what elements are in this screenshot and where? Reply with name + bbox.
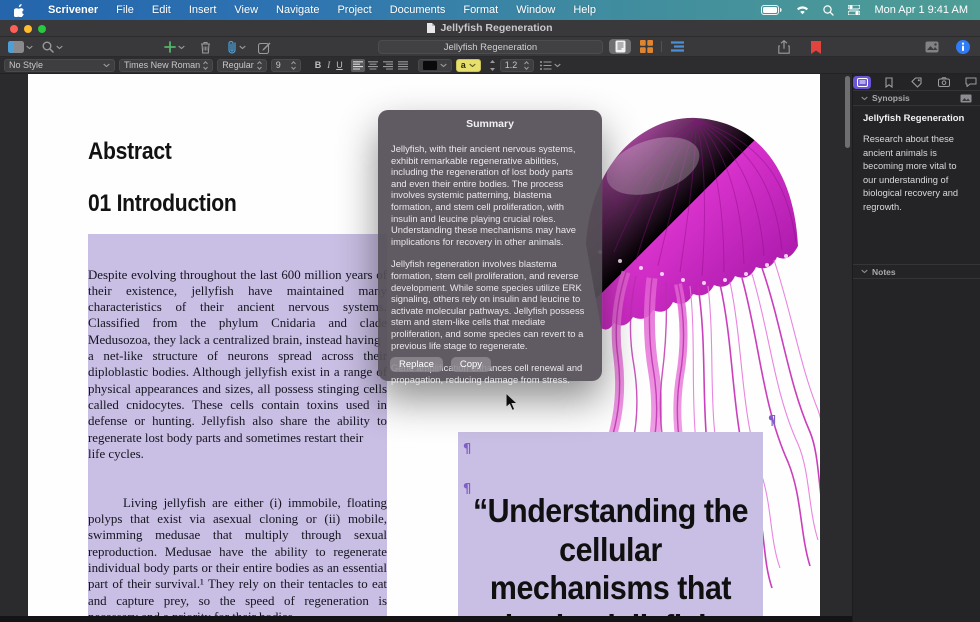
editor-footer-bar [0,616,852,622]
pull-quote-text: “Understanding the cellular mechanisms t… [470,492,751,622]
share-button[interactable] [778,40,790,54]
menu-insert[interactable]: Insert [180,0,226,20]
add-item-button[interactable] [164,40,185,54]
battery-icon[interactable] [761,5,782,15]
trash-button[interactable] [200,40,211,54]
view-mode-segmented-control [609,39,688,54]
apple-menu-icon[interactable] [14,4,25,17]
view-mode-document-button[interactable] [609,39,631,54]
chevron-down-icon [861,269,868,274]
control-center-icon[interactable] [848,5,860,15]
attachment-button[interactable] [227,40,246,54]
text-color-well[interactable] [418,59,452,72]
menu-clock[interactable]: Mon Apr 1 9:41 AM [874,4,968,16]
tab-bookmarks[interactable] [880,76,898,89]
synopsis-title[interactable]: Jellyfish Regeneration [853,106,980,124]
menu-edit[interactable]: Edit [143,0,180,20]
menu-navigate[interactable]: Navigate [267,0,328,20]
bookmark-icon [885,77,893,88]
align-left-button[interactable] [351,59,365,72]
view-mode-outline-button[interactable] [666,39,688,54]
font-variant-select[interactable]: Regular [217,59,267,72]
heading-abstract[interactable]: Abstract [88,138,172,166]
notepad-icon [857,78,868,87]
line-spacing-stepper[interactable]: 1.2 [500,59,534,72]
menu-project[interactable]: Project [328,0,380,20]
replace-button[interactable]: Replace [390,357,443,372]
pilcrow-mark: ¶ [768,414,776,429]
speech-bubble-icon [965,77,977,87]
alignment-group [351,59,410,72]
menu-help[interactable]: Help [564,0,605,20]
format-bar: No Style Times New Roman Regular 9 B I U… [0,57,980,74]
menu-documents[interactable]: Documents [381,0,455,20]
body-text-selection[interactable]: Despite evolving throughout the last 600… [88,234,387,622]
popup-paragraph: Jellyfish regeneration involves blastema… [391,258,589,351]
tab-snapshots[interactable] [935,76,953,89]
binder-sidebar-toggle[interactable] [8,40,33,54]
heading-introduction[interactable]: 01 Introduction [88,190,237,218]
inspector-panel: Synopsis Jellyfish Regeneration Research… [852,74,980,622]
font-size-stepper[interactable]: 9 [271,59,301,72]
align-justify-button[interactable] [396,59,410,72]
synopsis-image-icon[interactable] [960,94,972,103]
editor-scrollbar[interactable] [845,76,850,148]
window-title: Jellyfish Regeneration [0,22,980,34]
menu-scrivener[interactable]: Scrivener [39,0,107,20]
menu-format[interactable]: Format [454,0,507,20]
media-button[interactable] [925,40,939,54]
search-toolbar-button[interactable] [42,40,63,54]
popup-paragraph: Jellyfish, with their ancient nervous sy… [391,143,589,247]
tab-comments[interactable] [962,76,980,89]
bold-button[interactable]: B [315,60,322,70]
body-paragraph: Despite evolving throughout the last 600… [88,267,387,463]
wifi-icon[interactable] [796,5,809,15]
menu-bar: Scrivener File Edit Insert View Navigate… [0,0,980,20]
compose-button[interactable] [258,40,271,54]
underline-button[interactable]: U [336,60,343,70]
pull-quote-selection[interactable]: ¶ ¶ “Understanding the cellular mechanis… [458,432,763,622]
chevron-down-icon [861,96,868,101]
copy-button[interactable]: Copy [451,357,491,372]
highlight-color-button[interactable]: a [456,59,481,72]
pilcrow-mark: ¶ [463,442,471,457]
editor-header-title-field[interactable]: Jellyfish Regeneration [378,40,603,54]
style-select[interactable]: No Style [4,59,115,72]
view-mode-corkboard-button[interactable] [635,39,657,54]
list-format-button[interactable] [540,61,561,70]
font-select[interactable]: Times New Roman [119,59,213,72]
line-spacing-icon [489,60,496,71]
search-icon[interactable] [823,5,834,16]
summary-popup: Summary Jellyfish, with their ancient ne… [378,110,602,381]
align-center-button[interactable] [366,59,380,72]
menu-view[interactable]: View [225,0,267,20]
editor-area: Abstract 01 Introduction Despite evolvin… [0,74,980,622]
mouse-cursor [505,392,519,412]
tab-notes[interactable] [853,76,871,89]
inspector-tab-bar [853,74,980,91]
notes-section-header[interactable]: Notes [853,264,980,279]
bookmark-button[interactable] [811,40,821,54]
segmented-divider [661,41,662,52]
toolbar: Jellyfish Regeneration [0,37,980,57]
align-right-button[interactable] [381,59,395,72]
menu-file[interactable]: File [107,0,143,20]
document-proxy-icon [427,23,435,33]
tag-icon [911,77,922,88]
camera-icon [938,77,950,87]
menu-window[interactable]: Window [507,0,564,20]
body-paragraph: Living jellyfish are either (i) immobile… [88,495,387,622]
text-color-swatch [423,61,437,70]
tab-metadata[interactable] [907,76,925,89]
popup-title: Summary [378,110,602,130]
title-bar: Jellyfish Regeneration [0,20,980,37]
synopsis-text[interactable]: Research about these ancient animals is … [853,124,980,214]
italic-button[interactable]: I [327,60,330,70]
inspector-info-button[interactable] [956,40,970,54]
synopsis-section-header[interactable]: Synopsis [853,91,980,106]
